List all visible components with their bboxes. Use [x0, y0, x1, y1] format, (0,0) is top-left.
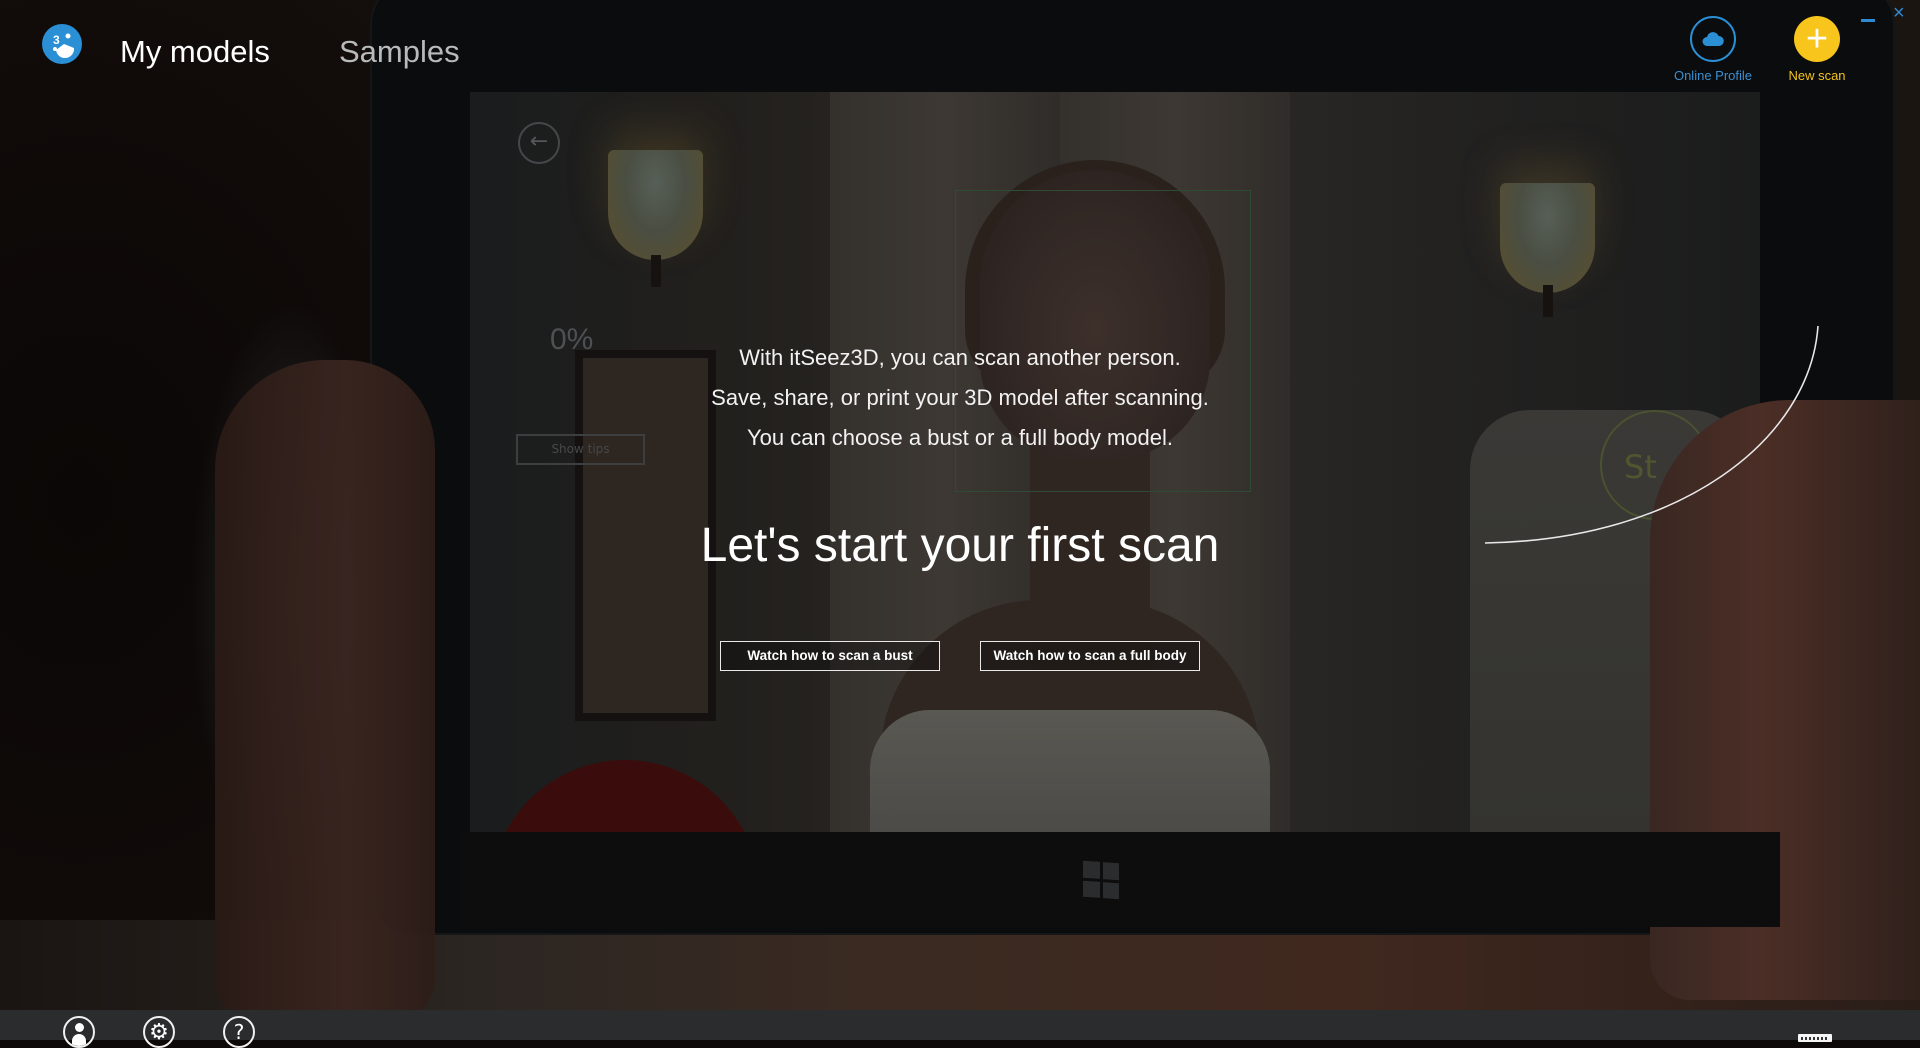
settings-icon[interactable]: ⚙ [143, 1016, 175, 1048]
online-profile-label: Online Profile [1673, 68, 1753, 83]
tab-my-models[interactable]: My models [120, 34, 270, 70]
minimize-button[interactable] [1861, 19, 1875, 22]
app-logo[interactable]: 3 [42, 24, 82, 64]
itseez3d-logo-icon: 3 [53, 33, 75, 59]
photo-lamp-stem [651, 255, 661, 287]
online-profile-button[interactable]: Online Profile [1668, 16, 1758, 83]
close-button[interactable]: × [1893, 2, 1905, 25]
new-scan-label: New scan [1788, 68, 1846, 83]
photo-lamp [1500, 183, 1595, 293]
plus-icon: + [1794, 16, 1840, 62]
svg-text:3: 3 [53, 33, 60, 47]
watch-full-body-button[interactable]: Watch how to scan a full body [980, 641, 1200, 671]
intro-line: With itSeez3D, you can scan another pers… [739, 345, 1181, 370]
tab-samples[interactable]: Samples [339, 34, 460, 70]
online-profile-circle [1690, 16, 1736, 62]
new-scan-button[interactable]: + New scan [1776, 16, 1858, 83]
user-icon[interactable] [63, 1016, 95, 1048]
bottom-app-bar [0, 1010, 1920, 1040]
page-headline: Let's start your first scan [700, 519, 1220, 572]
photo-lamp-stem [1543, 285, 1553, 317]
photo-windows-logo-icon [1083, 860, 1119, 900]
guide-arrow-arc [1484, 325, 1819, 544]
help-icon[interactable]: ? [223, 1016, 255, 1048]
photo-left-hand [215, 360, 435, 1010]
keyboard-icon[interactable] [1798, 1034, 1832, 1042]
photo-lamp [608, 150, 703, 260]
photo-person-dress [870, 710, 1270, 840]
photo-tablet-bezel [460, 832, 1780, 927]
photo-back-arrow-icon: ← [518, 122, 560, 164]
intro-line: Save, share, or print your 3D model afte… [711, 385, 1209, 410]
watch-bust-button[interactable]: Watch how to scan a bust [720, 641, 940, 671]
cloud-icon [1702, 32, 1724, 46]
intro-line: You can choose a bust or a full body mod… [746, 425, 1174, 450]
intro-text: With itSeez3D, you can scan another pers… [560, 338, 1360, 458]
